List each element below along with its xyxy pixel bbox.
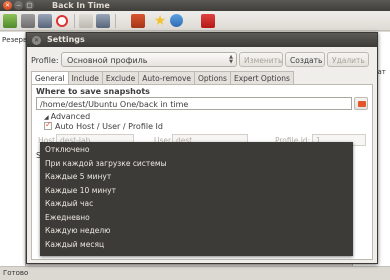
schedule-option-10-minutes[interactable]: Каждые 10 минут bbox=[40, 183, 353, 197]
auto-host-row: ✓ Auto Host / User / Profile Id bbox=[44, 120, 163, 131]
tab-auto-remove[interactable]: Auto-remove bbox=[138, 71, 196, 84]
schedule-dropdown-menu: Отключено При каждой загрузке системы Ка… bbox=[40, 142, 353, 256]
where-to-save-heading: Where to save snapshots bbox=[36, 87, 150, 96]
main-titlebar: ✕ − □ Back In Time bbox=[0, 0, 390, 11]
edit-profile-button[interactable]: Изменить bbox=[239, 52, 283, 67]
remove-snapshot-icon[interactable] bbox=[56, 15, 68, 27]
tab-include[interactable]: Include bbox=[67, 71, 103, 84]
window-title: Back In Time bbox=[52, 1, 110, 10]
maximize-window-button[interactable]: □ bbox=[25, 1, 34, 10]
minimize-window-button[interactable]: − bbox=[14, 1, 23, 10]
schedule-option-5-minutes[interactable]: Каждые 5 минут bbox=[40, 169, 353, 183]
profile-row: Profile: Основной профиль ▲ ▼ Изменить Со… bbox=[27, 52, 377, 68]
help-icon[interactable] bbox=[170, 14, 183, 27]
browse-folder-button[interactable] bbox=[354, 97, 368, 110]
schedule-option-monthly[interactable]: Каждый месяц bbox=[40, 237, 353, 251]
snapshot-path-field[interactable]: /home/dest/Ubuntu One/back in time bbox=[36, 97, 352, 110]
status-bar: Готово bbox=[0, 266, 390, 280]
dialog-titlebar: ✕ Settings bbox=[27, 33, 377, 47]
toolbar-separator bbox=[74, 14, 75, 28]
remove-profile-button[interactable]: Удалить bbox=[327, 52, 369, 67]
select-arrows-icon: ▲ ▼ bbox=[229, 54, 233, 65]
schedule-option-disabled[interactable]: Отключено bbox=[40, 142, 353, 156]
tab-exclude[interactable]: Exclude bbox=[101, 71, 140, 84]
status-text: Готово bbox=[3, 269, 29, 277]
dialog-close-button[interactable]: ✕ bbox=[32, 36, 41, 45]
view-snapshot-log-icon[interactable] bbox=[96, 14, 110, 28]
settings-icon[interactable] bbox=[79, 14, 93, 28]
refresh-icon[interactable] bbox=[21, 14, 35, 28]
schedule-option-hourly[interactable]: Каждый час bbox=[40, 196, 353, 210]
settings-tabs: General Include Exclude Auto-remove Opti… bbox=[31, 71, 294, 85]
profile-select[interactable]: Основной профиль ▲ ▼ bbox=[61, 52, 237, 67]
profile-label: Profile: bbox=[31, 56, 59, 65]
tab-expert-options[interactable]: Expert Options bbox=[229, 71, 294, 84]
schedule-option-weekly[interactable]: Каждую неделю bbox=[40, 223, 353, 237]
toolbar-separator bbox=[115, 14, 116, 28]
checkmark-icon: ✓ bbox=[45, 120, 52, 129]
auto-host-label: Auto Host / User / Profile Id bbox=[55, 122, 163, 131]
tab-general[interactable]: General bbox=[31, 71, 69, 85]
take-snapshot-icon[interactable] bbox=[3, 14, 17, 28]
places-pane: Резерв bbox=[0, 32, 28, 266]
close-window-button[interactable]: ✕ bbox=[3, 1, 12, 10]
dialog-title: Settings bbox=[47, 35, 85, 44]
tab-options[interactable]: Options bbox=[194, 71, 231, 84]
power-exit-icon[interactable] bbox=[201, 14, 215, 28]
name-snapshot-icon[interactable] bbox=[38, 14, 52, 28]
auto-host-checkbox[interactable]: ✓ bbox=[44, 120, 52, 130]
schedule-option-daily[interactable]: Ежедневно bbox=[40, 210, 353, 224]
folder-icon bbox=[358, 101, 366, 107]
schedule-option-every-boot[interactable]: При каждой загрузке системы bbox=[40, 156, 353, 170]
main-toolbar: ★ bbox=[0, 11, 390, 31]
advanced-label: Advanced bbox=[50, 112, 91, 121]
places-pane-label: Резерв bbox=[2, 36, 28, 44]
tools-icon[interactable] bbox=[131, 14, 145, 28]
star-icon[interactable]: ★ bbox=[153, 14, 167, 28]
add-profile-button[interactable]: Создать bbox=[285, 52, 325, 67]
profile-select-value: Основной профиль bbox=[67, 56, 148, 65]
